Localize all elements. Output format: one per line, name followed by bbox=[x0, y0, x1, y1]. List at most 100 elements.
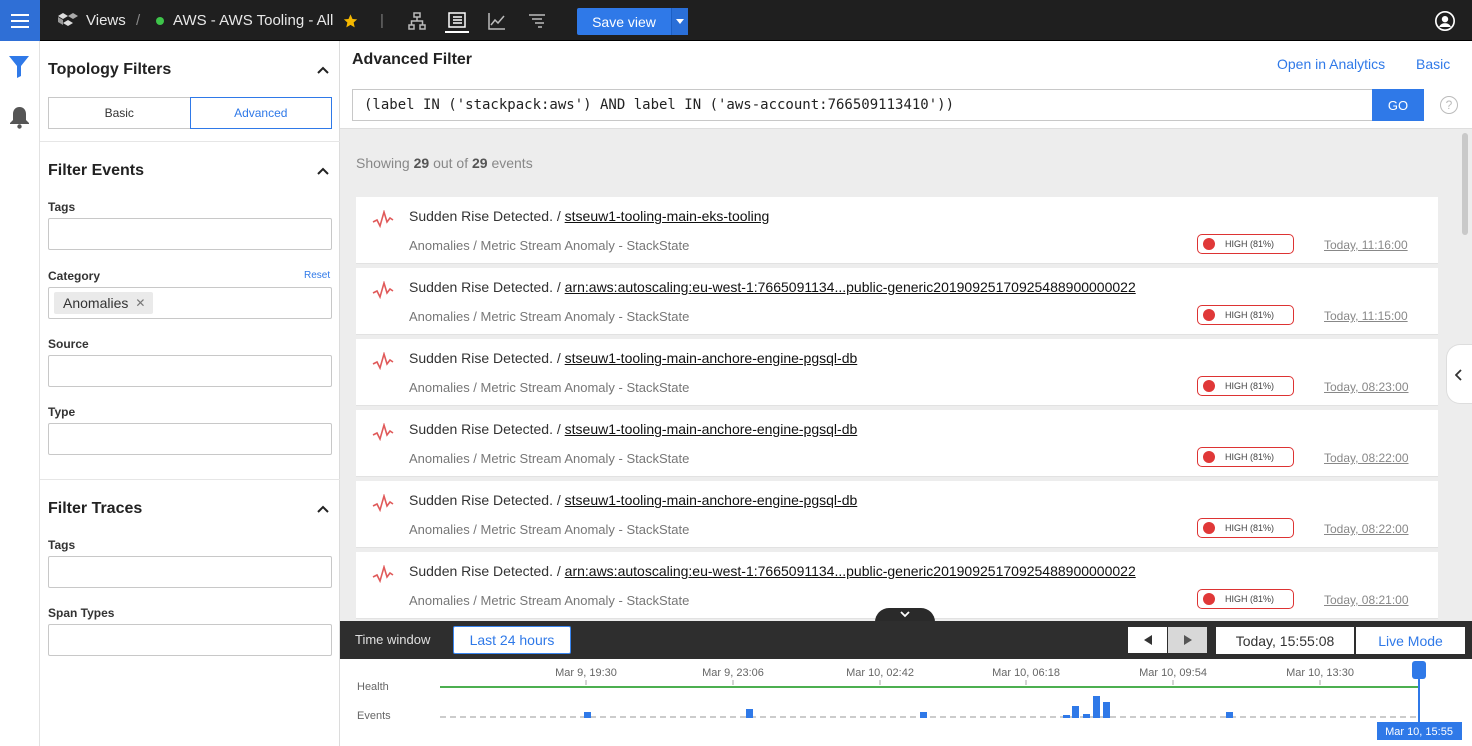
help-icon[interactable]: ? bbox=[1440, 96, 1458, 114]
timeline[interactable]: Health Events Mar 9, 19:30 Mar 9, 23:06 Ma… bbox=[340, 659, 1472, 746]
user-account-icon[interactable] bbox=[1434, 10, 1456, 32]
timeline-tick-label: Mar 9, 23:06 bbox=[702, 667, 764, 679]
query-input[interactable]: (label IN ('stackpack:aws') AND label IN… bbox=[352, 89, 1372, 121]
hamburger-menu-button[interactable] bbox=[0, 0, 40, 41]
event-count-bar bbox=[1063, 715, 1070, 718]
close-icon[interactable]: ✕ bbox=[135, 296, 145, 310]
timeline-chart[interactable]: Mar 9, 19:30 Mar 9, 23:06 Mar 10, 02:42 Mar… bbox=[340, 659, 1472, 746]
event-component-link[interactable]: stseuw1-tooling-main-anchore-engine-pgsq… bbox=[565, 350, 858, 366]
open-in-analytics-link[interactable]: Open in Analytics bbox=[1277, 56, 1385, 72]
chevron-up-icon[interactable] bbox=[316, 166, 330, 176]
event-count-bar bbox=[1093, 696, 1100, 718]
go-button[interactable]: GO bbox=[1372, 89, 1424, 121]
event-source: Anomalies / Metric Stream Anomaly - Stac… bbox=[409, 522, 690, 537]
chevron-up-icon[interactable] bbox=[316, 504, 330, 514]
section-divider bbox=[40, 479, 340, 480]
trace-tags-label: Tags bbox=[48, 538, 76, 552]
span-types-input[interactable] bbox=[48, 624, 332, 656]
star-icon[interactable] bbox=[342, 13, 359, 29]
event-timestamp[interactable]: Today, 08:23:00 bbox=[1324, 380, 1409, 394]
event-title-text: Sudden Rise Detected. / bbox=[409, 279, 561, 295]
event-title: Sudden Rise Detected. / stseuw1-tooling-… bbox=[409, 350, 857, 366]
source-input[interactable] bbox=[48, 355, 332, 387]
step-forward-button[interactable] bbox=[1168, 627, 1207, 653]
view-title[interactable]: AWS - AWS Tooling - All bbox=[156, 0, 359, 41]
severity-text: HIGH (81%) bbox=[1225, 381, 1275, 391]
event-timestamp[interactable]: Today, 08:21:00 bbox=[1324, 593, 1409, 607]
timeline-collapse-toggle[interactable] bbox=[875, 608, 935, 622]
traces-icon bbox=[529, 14, 545, 28]
event-title: Sudden Rise Detected. / stseuw1-tooling-… bbox=[409, 492, 857, 508]
category-reset-link[interactable]: Reset bbox=[304, 270, 330, 281]
event-row[interactable]: Sudden Rise Detected. / stseuw1-tooling-… bbox=[356, 339, 1438, 406]
caret-right-icon bbox=[1183, 635, 1192, 645]
topology-icon bbox=[408, 12, 426, 30]
chevron-down-icon bbox=[900, 611, 910, 618]
left-rail bbox=[0, 41, 40, 746]
step-back-button[interactable] bbox=[1128, 627, 1167, 653]
event-row[interactable]: Sudden Rise Detected. / arn:aws:autoscal… bbox=[356, 268, 1438, 335]
tags-label: Tags bbox=[48, 200, 76, 214]
severity-dot bbox=[1203, 522, 1215, 534]
event-component-link[interactable]: arn:aws:autoscaling:eu-west-1:7665091134… bbox=[565, 563, 1136, 579]
side-panel-toggle[interactable] bbox=[1446, 344, 1472, 404]
live-mode-button[interactable]: Live Mode bbox=[1356, 627, 1465, 654]
event-count-bar bbox=[1083, 714, 1090, 718]
time-range-selector[interactable]: Last 24 hours bbox=[453, 626, 571, 654]
events-view-button[interactable] bbox=[445, 9, 469, 33]
caret-down-icon bbox=[676, 19, 684, 24]
event-timestamp[interactable]: Today, 08:22:00 bbox=[1324, 451, 1409, 465]
event-component-link[interactable]: stseuw1-tooling-main-anchore-engine-pgsq… bbox=[565, 492, 858, 508]
event-source: Anomalies / Metric Stream Anomaly - Stac… bbox=[409, 593, 690, 608]
trace-tags-input[interactable] bbox=[48, 556, 332, 588]
menu-icon bbox=[11, 13, 29, 28]
chevron-up-icon[interactable] bbox=[316, 65, 330, 75]
event-list-scrollbar[interactable] bbox=[1462, 133, 1468, 235]
event-count-bar bbox=[920, 712, 927, 718]
current-time-display[interactable]: Today, 15:55:08 bbox=[1216, 627, 1354, 654]
event-timestamp[interactable]: Today, 11:15:00 bbox=[1324, 309, 1408, 323]
metrics-view-button[interactable] bbox=[485, 9, 509, 33]
severity-badge: HIGH (81%) bbox=[1197, 589, 1294, 609]
event-title: Sudden Rise Detected. / arn:aws:autoscal… bbox=[409, 279, 1136, 295]
filter-icon[interactable] bbox=[8, 55, 30, 79]
event-title: Sudden Rise Detected. / arn:aws:autoscal… bbox=[409, 563, 1136, 579]
category-input[interactable]: Anomalies ✕ bbox=[48, 287, 332, 319]
event-timestamp[interactable]: Today, 08:22:00 bbox=[1324, 522, 1409, 536]
showing-count: 29 bbox=[413, 155, 430, 171]
event-row[interactable]: Sudden Rise Detected. / stseuw1-tooling-… bbox=[356, 197, 1438, 264]
event-source: Anomalies / Metric Stream Anomaly - Stac… bbox=[409, 451, 690, 466]
event-timestamp[interactable]: Today, 11:16:00 bbox=[1324, 238, 1408, 252]
type-input[interactable] bbox=[48, 423, 332, 455]
timeline-tick-label: Mar 10, 09:54 bbox=[1139, 667, 1207, 679]
severity-dot bbox=[1203, 593, 1215, 605]
topology-view-button[interactable] bbox=[405, 9, 429, 33]
bell-icon[interactable] bbox=[9, 105, 30, 129]
severity-dot bbox=[1203, 451, 1215, 463]
event-component-link[interactable]: stseuw1-tooling-main-eks-tooling bbox=[565, 208, 770, 224]
basic-filter-link[interactable]: Basic bbox=[1416, 56, 1450, 72]
traces-view-button[interactable] bbox=[525, 9, 549, 33]
severity-dot bbox=[1203, 238, 1215, 250]
timeline-tick-label: Mar 9, 19:30 bbox=[555, 667, 617, 679]
event-count-bar bbox=[1226, 712, 1233, 718]
event-source: Anomalies / Metric Stream Anomaly - Stac… bbox=[409, 309, 690, 324]
timeline-tick-label: Mar 10, 02:42 bbox=[846, 667, 914, 679]
event-tags-input[interactable] bbox=[48, 218, 332, 250]
save-view-dropdown[interactable] bbox=[671, 8, 688, 35]
event-count-bar bbox=[584, 712, 591, 718]
event-component-link[interactable]: stseuw1-tooling-main-anchore-engine-pgsq… bbox=[565, 421, 858, 437]
severity-badge: HIGH (81%) bbox=[1197, 305, 1294, 325]
event-source: Anomalies / Metric Stream Anomaly - Stac… bbox=[409, 380, 690, 395]
time-window-bar: Time window Last 24 hours Today, 15:55:0… bbox=[340, 621, 1472, 659]
event-component-link[interactable]: arn:aws:autoscaling:eu-west-1:7665091134… bbox=[565, 279, 1136, 295]
views-label: Views bbox=[86, 12, 126, 29]
anomaly-spike-icon bbox=[372, 210, 394, 228]
save-view-button[interactable]: Save view bbox=[577, 14, 671, 30]
event-row[interactable]: Sudden Rise Detected. / stseuw1-tooling-… bbox=[356, 481, 1438, 548]
event-row[interactable]: Sudden Rise Detected. / stseuw1-tooling-… bbox=[356, 410, 1438, 477]
advanced-mode-button[interactable]: Advanced bbox=[189, 97, 332, 129]
basic-mode-button[interactable]: Basic bbox=[48, 97, 190, 129]
views-breadcrumb[interactable]: Views bbox=[58, 0, 126, 41]
topology-filters-title: Topology Filters bbox=[48, 61, 172, 78]
